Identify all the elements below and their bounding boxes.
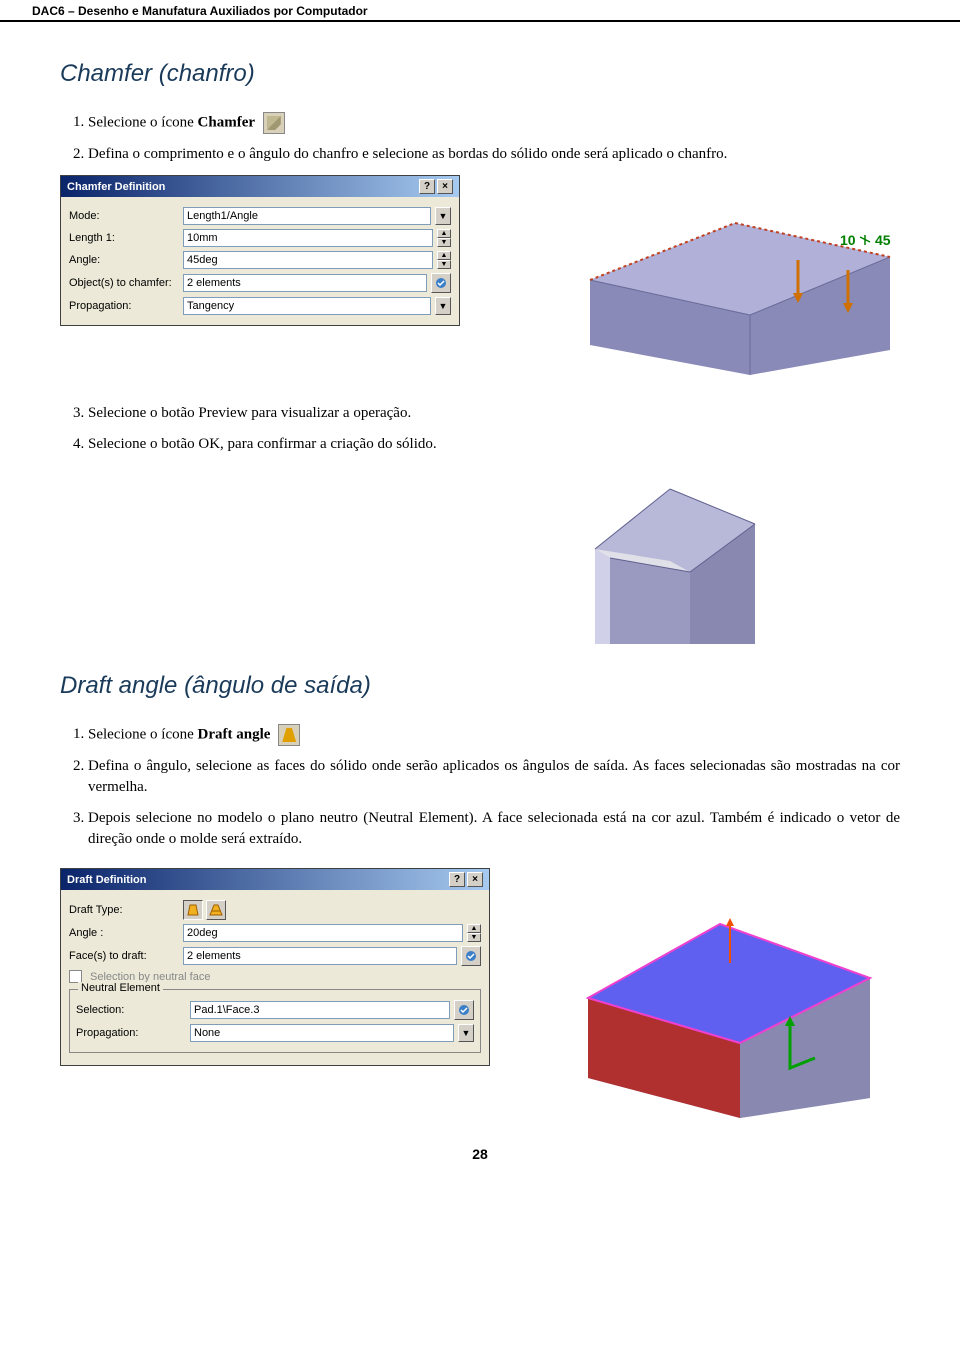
neutral-propagation-select[interactable]: None bbox=[190, 1024, 454, 1042]
chamfer-tool-icon bbox=[263, 112, 285, 134]
draft-type-label: Draft Type: bbox=[69, 904, 179, 916]
pick-icon[interactable] bbox=[454, 1000, 474, 1020]
draft-angle-label: Angle : bbox=[69, 927, 179, 939]
dialog-titlebar: Chamfer Definition ? × bbox=[61, 176, 459, 197]
mode-label: Mode: bbox=[69, 210, 179, 222]
selection-by-neutral-label: Selection by neutral face bbox=[90, 971, 210, 983]
neutral-propagation-label: Propagation: bbox=[76, 1027, 186, 1039]
chevron-down-icon[interactable]: ▼ bbox=[458, 1024, 474, 1042]
draft-tool-icon bbox=[278, 724, 300, 746]
object-label: Object(s) to chamfer: bbox=[69, 277, 179, 289]
page-number: 28 bbox=[60, 1146, 900, 1162]
spin-down-icon[interactable]: ▼ bbox=[437, 260, 451, 269]
length-input[interactable]: 10mm bbox=[183, 229, 433, 247]
dim-45: 45 bbox=[875, 232, 891, 248]
step-3: Selecione o botão Preview para visualiza… bbox=[88, 403, 900, 424]
help-button[interactable]: ? bbox=[419, 179, 435, 194]
group-title: Neutral Element bbox=[78, 982, 163, 994]
chamfer-result-illustration bbox=[540, 434, 800, 644]
dialog-title: Draft Definition bbox=[67, 874, 146, 886]
close-button[interactable]: × bbox=[437, 179, 453, 194]
draft-definition-dialog: Draft Definition ? × Draft Type: bbox=[60, 868, 490, 1066]
draft-step-1-text: Selecione o ícone bbox=[88, 726, 198, 742]
pick-icon[interactable] bbox=[461, 946, 481, 966]
selection-field[interactable]: Pad.1\Face.3 bbox=[190, 1001, 450, 1019]
spin-up-icon[interactable]: ▲ bbox=[467, 924, 481, 933]
step-1-text: Selecione o ícone bbox=[88, 114, 198, 130]
chamfer-preview-illustration: 10 45 bbox=[540, 175, 900, 375]
propagation-label: Propagation: bbox=[69, 300, 179, 312]
draft-step-1: Selecione o ícone Draft angle bbox=[88, 724, 900, 746]
draft-illustration bbox=[540, 868, 900, 1118]
step-1-bold: Chamfer bbox=[198, 114, 255, 130]
step-4: Selecione o botão OK, para confirmar a c… bbox=[88, 434, 500, 455]
spin-up-icon[interactable]: ▲ bbox=[437, 229, 451, 238]
spin-down-icon[interactable]: ▼ bbox=[437, 238, 451, 247]
length-label: Length 1: bbox=[69, 232, 179, 244]
object-field[interactable]: 2 elements bbox=[183, 274, 427, 292]
help-button[interactable]: ? bbox=[449, 872, 465, 887]
step-2: Defina o comprimento e o ângulo do chanf… bbox=[88, 144, 900, 165]
neutral-element-group: Neutral Element Selection: Pad.1\Face.3 … bbox=[69, 989, 481, 1053]
draft-step-3: Depois selecione no modelo o plano neutr… bbox=[88, 808, 900, 850]
faces-field[interactable]: 2 elements bbox=[183, 947, 457, 965]
draft-type-constant-icon[interactable] bbox=[183, 900, 203, 920]
close-button[interactable]: × bbox=[467, 872, 483, 887]
spin-up-icon[interactable]: ▲ bbox=[437, 251, 451, 260]
chamfer-definition-dialog: Chamfer Definition ? × Mode: Length1/Ang… bbox=[60, 175, 460, 326]
step-1: Selecione o ícone Chamfer bbox=[88, 112, 900, 134]
page-header: DAC6 – Desenho e Manufatura Auxiliados p… bbox=[0, 0, 960, 22]
draft-type-variable-icon[interactable] bbox=[206, 900, 226, 920]
draft-step-1-bold: Draft angle bbox=[198, 726, 271, 742]
section-title-chamfer: Chamfer (chanfro) bbox=[60, 60, 900, 88]
section-title-draft: Draft angle (ângulo de saída) bbox=[60, 672, 900, 700]
angle-input[interactable]: 45deg bbox=[183, 251, 433, 269]
draft-step-2: Defina o ângulo, selecione as faces do s… bbox=[88, 756, 900, 798]
dim-10: 10 bbox=[840, 232, 856, 248]
chevron-down-icon[interactable]: ▼ bbox=[435, 207, 451, 225]
dialog-title: Chamfer Definition bbox=[67, 181, 165, 193]
draft-angle-input[interactable]: 20deg bbox=[183, 924, 463, 942]
mode-select[interactable]: Length1/Angle bbox=[183, 207, 431, 225]
dialog-titlebar: Draft Definition ? × bbox=[61, 869, 489, 890]
faces-label: Face(s) to draft: bbox=[69, 950, 179, 962]
propagation-select[interactable]: Tangency bbox=[183, 297, 431, 315]
pick-icon[interactable] bbox=[431, 273, 451, 293]
spin-down-icon[interactable]: ▼ bbox=[467, 933, 481, 942]
chevron-down-icon[interactable]: ▼ bbox=[435, 297, 451, 315]
selection-label: Selection: bbox=[76, 1004, 186, 1016]
angle-label: Angle: bbox=[69, 254, 179, 266]
